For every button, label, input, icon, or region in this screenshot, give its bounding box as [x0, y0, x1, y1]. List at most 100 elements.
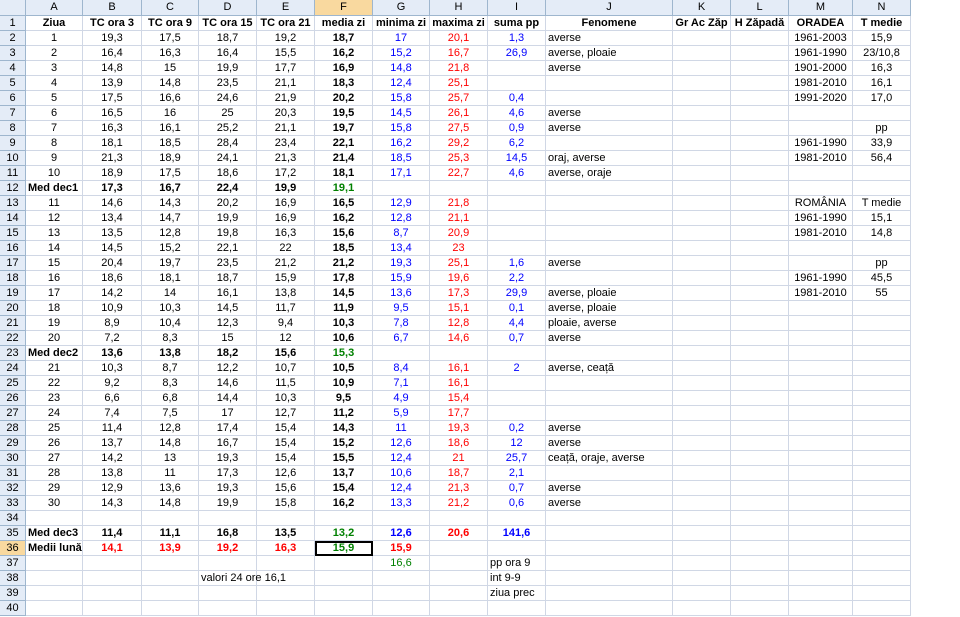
row-header-20[interactable]: 20	[0, 301, 26, 316]
cell-a13[interactable]: 11	[26, 196, 83, 211]
cell-j8[interactable]: averse	[546, 121, 673, 136]
cell-d29[interactable]: 16,7	[199, 436, 257, 451]
cell-i21[interactable]: 4,4	[488, 316, 546, 331]
cell-i27[interactable]	[488, 406, 546, 421]
cell-g11[interactable]: 17,1	[373, 166, 430, 181]
cell-l23[interactable]	[731, 346, 789, 361]
cell-g28[interactable]: 11	[373, 421, 430, 436]
cell-k33[interactable]	[673, 496, 731, 511]
cell-g26[interactable]: 4,9	[373, 391, 430, 406]
cell-k37[interactable]	[673, 556, 731, 571]
cell-n11[interactable]	[853, 166, 911, 181]
cell-b32[interactable]: 12,9	[83, 481, 142, 496]
cell-k5[interactable]	[673, 76, 731, 91]
cell-k17[interactable]	[673, 256, 731, 271]
cell-n32[interactable]	[853, 481, 911, 496]
cell-j28[interactable]: averse	[546, 421, 673, 436]
cell-i15[interactable]	[488, 226, 546, 241]
cell-b17[interactable]: 20,4	[83, 256, 142, 271]
column-header-a[interactable]: A	[26, 0, 83, 16]
cell-i23[interactable]	[488, 346, 546, 361]
cell-h4[interactable]: 21,8	[430, 61, 488, 76]
cell-m26[interactable]	[789, 391, 853, 406]
cell-e26[interactable]: 10,3	[257, 391, 315, 406]
cell-c27[interactable]: 7,5	[142, 406, 199, 421]
column-header-h[interactable]: H	[430, 0, 488, 16]
cell-e31[interactable]: 12,6	[257, 466, 315, 481]
cell-k30[interactable]	[673, 451, 731, 466]
cell-a31[interactable]: 28	[26, 466, 83, 481]
cell-j9[interactable]	[546, 136, 673, 151]
column-header-b[interactable]: B	[83, 0, 142, 16]
cell-n5[interactable]: 16,1	[853, 76, 911, 91]
cell-b12[interactable]: 17,3	[83, 181, 142, 196]
cell-n10[interactable]: 56,4	[853, 151, 911, 166]
cell-i14[interactable]	[488, 211, 546, 226]
cell-a29[interactable]: 26	[26, 436, 83, 451]
cell-k4[interactable]	[673, 61, 731, 76]
cell-f35[interactable]: 13,2	[315, 526, 373, 541]
cell-b22[interactable]: 7,2	[83, 331, 142, 346]
cell-h21[interactable]: 12,8	[430, 316, 488, 331]
cell-c5[interactable]: 14,8	[142, 76, 199, 91]
cell-n27[interactable]	[853, 406, 911, 421]
cell-k15[interactable]	[673, 226, 731, 241]
cell-d33[interactable]: 19,9	[199, 496, 257, 511]
cell-b7[interactable]: 16,5	[83, 106, 142, 121]
cell-i20[interactable]: 0,1	[488, 301, 546, 316]
cell-d7[interactable]: 25	[199, 106, 257, 121]
cell-m15[interactable]: 1981-2010	[789, 226, 853, 241]
cell-n20[interactable]	[853, 301, 911, 316]
cell-i33[interactable]: 0,6	[488, 496, 546, 511]
cell-c12[interactable]: 16,7	[142, 181, 199, 196]
cell-n38[interactable]	[853, 571, 911, 586]
row-header-8[interactable]: 8	[0, 121, 26, 136]
cell-d11[interactable]: 18,6	[199, 166, 257, 181]
cell-h14[interactable]: 21,1	[430, 211, 488, 226]
row-header-27[interactable]: 27	[0, 406, 26, 421]
cell-a16[interactable]: 14	[26, 241, 83, 256]
cell-h15[interactable]: 20,9	[430, 226, 488, 241]
cell-e20[interactable]: 11,7	[257, 301, 315, 316]
cell-i30[interactable]: 25,7	[488, 451, 546, 466]
cell-c29[interactable]: 14,8	[142, 436, 199, 451]
row-header-25[interactable]: 25	[0, 376, 26, 391]
cell-m5[interactable]: 1981-2010	[789, 76, 853, 91]
cell-d39[interactable]	[199, 586, 257, 601]
cell-i39[interactable]: ziua prec	[488, 586, 546, 601]
cell-m6[interactable]: 1991-2020	[789, 91, 853, 106]
cell-l6[interactable]	[731, 91, 789, 106]
cell-m23[interactable]	[789, 346, 853, 361]
cell-i16[interactable]	[488, 241, 546, 256]
column-header-f[interactable]: F	[315, 0, 373, 16]
cell-b10[interactable]: 21,3	[83, 151, 142, 166]
cell-b39[interactable]	[83, 586, 142, 601]
cell-i11[interactable]: 4,6	[488, 166, 546, 181]
cell-n13[interactable]: T medie	[853, 196, 911, 211]
cell-c22[interactable]: 8,3	[142, 331, 199, 346]
cell-l19[interactable]	[731, 286, 789, 301]
cell-b38[interactable]	[83, 571, 142, 586]
cell-l34[interactable]	[731, 511, 789, 526]
cell-n18[interactable]: 45,5	[853, 271, 911, 286]
cell-b23[interactable]: 13,6	[83, 346, 142, 361]
cell-d28[interactable]: 17,4	[199, 421, 257, 436]
cell-e21[interactable]: 9,4	[257, 316, 315, 331]
cell-d34[interactable]	[199, 511, 257, 526]
cell-b9[interactable]: 18,1	[83, 136, 142, 151]
cell-i7[interactable]: 4,6	[488, 106, 546, 121]
cell-e6[interactable]: 21,9	[257, 91, 315, 106]
cell-e10[interactable]: 21,3	[257, 151, 315, 166]
cell-m20[interactable]	[789, 301, 853, 316]
cell-l26[interactable]	[731, 391, 789, 406]
cell-a8[interactable]: 7	[26, 121, 83, 136]
row-header-2[interactable]: 2	[0, 31, 26, 46]
row-header-32[interactable]: 32	[0, 481, 26, 496]
cell-j13[interactable]	[546, 196, 673, 211]
cell-d24[interactable]: 12,2	[199, 361, 257, 376]
cell-m27[interactable]	[789, 406, 853, 421]
cell-k18[interactable]	[673, 271, 731, 286]
cell-a18[interactable]: 16	[26, 271, 83, 286]
cell-a35[interactable]: Med dec3	[26, 526, 83, 541]
cell-e27[interactable]: 12,7	[257, 406, 315, 421]
